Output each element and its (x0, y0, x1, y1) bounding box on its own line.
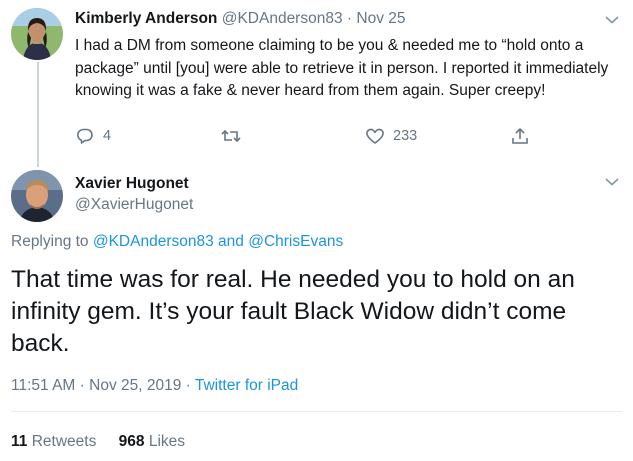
avatar-kimberly-image (11, 8, 63, 60)
heart-icon (365, 126, 385, 146)
author-handle[interactable]: @KDAnderson83 (222, 10, 343, 27)
tweet-time[interactable]: 11:51 AM (11, 377, 75, 394)
parent-tweet-text: I had a DM from someone claiming to be y… (75, 37, 609, 99)
main-tweet-text: That time was for real. He needed you to… (11, 266, 575, 357)
avatar-xavier-image (11, 170, 63, 222)
replying-and: and (218, 233, 244, 250)
retweet-button[interactable] (220, 126, 242, 146)
engagement-stats: 11 Retweets 968 Likes (11, 433, 185, 451)
like-count: 233 (393, 128, 418, 144)
retweets-stat[interactable]: 11 Retweets (11, 433, 101, 450)
mention-link-2[interactable]: @ChrisEvans (248, 233, 343, 250)
reply-count: 4 (103, 128, 112, 144)
retweet-icon (220, 126, 242, 146)
retweets-label: Retweets (31, 433, 97, 450)
author-name[interactable]: Kimberly Anderson (75, 10, 217, 27)
replying-to-line: Replying to @KDAnderson83 and @ChrisEvan… (11, 233, 343, 251)
thread-connector-line (37, 62, 39, 167)
share-icon (510, 126, 530, 146)
avatar-xavier[interactable] (11, 170, 63, 222)
likes-count: 968 (118, 433, 145, 450)
tweet-menu-chevron-down-icon[interactable] (603, 11, 621, 29)
reply-icon (75, 126, 95, 146)
tweet-meta: 11:51 AM · Nov 25, 2019 · Twitter for iP… (11, 377, 298, 395)
main-tweet-menu-chevron-down-icon[interactable] (603, 173, 621, 191)
tweet-full-date[interactable]: Nov 25, 2019 (89, 377, 181, 394)
header-separator: · (346, 10, 353, 27)
stats-divider (11, 411, 622, 412)
share-button[interactable] (510, 126, 530, 146)
tweet-source-link[interactable]: Twitter for iPad (195, 377, 298, 394)
tweet-date[interactable]: Nov 25 (356, 10, 405, 27)
like-button[interactable]: 233 (365, 126, 417, 146)
parent-tweet-header: Kimberly Anderson @KDAnderson83 · Nov 25 (75, 10, 406, 28)
mention-link-1[interactable]: @KDAnderson83 (93, 233, 214, 250)
meta-separator-2: · (185, 377, 191, 394)
main-author-handle[interactable]: @XavierHugonet (75, 196, 193, 214)
retweets-count: 11 (11, 433, 28, 450)
reply-button[interactable]: 4 (75, 126, 111, 146)
avatar-kimberly[interactable] (11, 8, 63, 60)
meta-separator-1: · (79, 377, 85, 394)
likes-stat[interactable]: 968 Likes (119, 433, 185, 450)
likes-label: Likes (148, 433, 186, 450)
replying-prefix: Replying to (11, 233, 89, 250)
main-author-name[interactable]: Xavier Hugonet (75, 175, 189, 193)
